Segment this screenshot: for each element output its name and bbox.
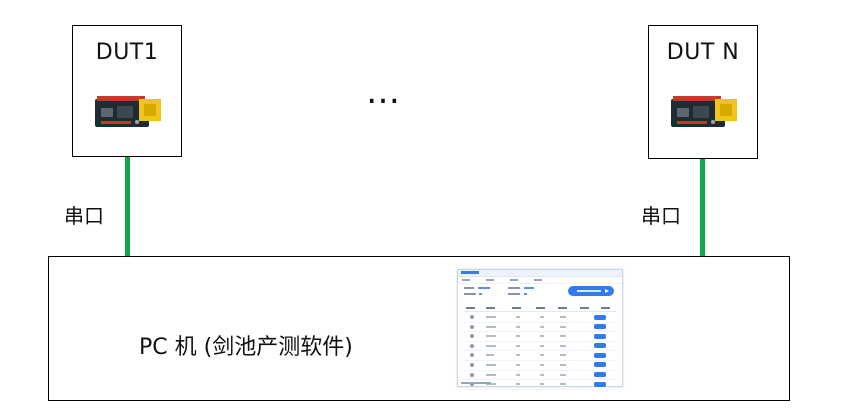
mini-row xyxy=(464,323,616,333)
mini-row xyxy=(464,313,616,323)
serial-wire-dut1 xyxy=(125,157,130,256)
mini-menubar xyxy=(458,277,622,284)
serial-port-label-dutn: 串口 xyxy=(641,204,681,228)
serial-port-label-dut1: 串口 xyxy=(64,204,104,228)
dut1-label: DUT1 xyxy=(95,40,159,65)
dut1-box: DUT1 xyxy=(72,25,182,157)
dutn-label: DUT N xyxy=(666,40,740,65)
mini-row xyxy=(464,361,616,371)
mini-row xyxy=(464,351,616,361)
pc-label: PC 机 (剑池产测软件) xyxy=(139,335,353,360)
mini-statusbar xyxy=(461,382,491,384)
mini-row xyxy=(464,371,616,381)
mini-table-rows xyxy=(464,313,616,390)
dev-board-icon xyxy=(671,96,737,127)
dev-board-icon xyxy=(95,96,161,127)
dutn-box: DUT N xyxy=(648,25,758,159)
mini-start-button xyxy=(568,286,614,296)
pc-box: PC 机 (剑池产测软件) xyxy=(48,256,790,401)
mini-row xyxy=(464,342,616,352)
mini-table-header xyxy=(464,305,616,312)
serial-wire-dutn xyxy=(700,159,705,256)
ellipsis: … xyxy=(366,72,402,112)
mini-row xyxy=(464,332,616,342)
mini-info-panel xyxy=(464,286,564,300)
software-window-thumbnail xyxy=(457,269,623,390)
mini-titlebar xyxy=(458,270,622,277)
